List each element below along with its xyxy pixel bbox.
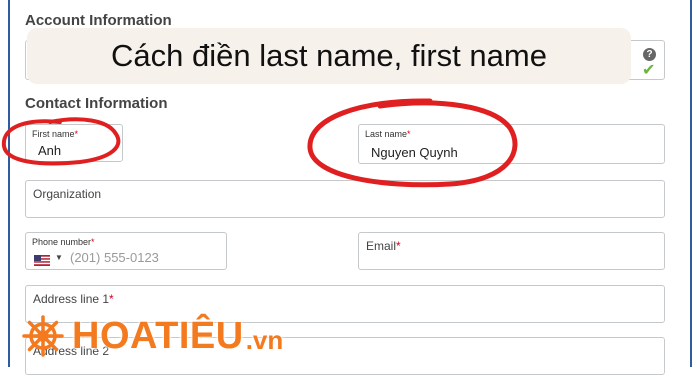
first-name-label: First name*: [32, 129, 79, 139]
us-flag-icon[interactable]: [34, 255, 50, 266]
ship-wheel-icon: [22, 315, 64, 357]
chevron-down-icon[interactable]: ▼: [55, 253, 63, 262]
email-label: Email*: [366, 239, 401, 253]
last-name-label: Last name*: [365, 129, 411, 139]
organization-label: Organization: [33, 187, 102, 201]
hoatieu-logo: HOATIÊU .vn: [22, 314, 283, 358]
phone-label: Phone number*: [32, 237, 95, 247]
email-field[interactable]: Email*: [358, 232, 665, 270]
last-name-field[interactable]: Last name* Nguyen Quynh: [358, 124, 665, 164]
first-name-value: Anh: [38, 143, 62, 158]
first-name-field[interactable]: First name* Anh: [25, 124, 123, 162]
last-name-value: Nguyen Quynh: [371, 145, 458, 160]
logo-name: HOATIÊU: [72, 314, 244, 357]
logo-tld: .vn: [245, 324, 284, 355]
check-icon: ✔: [642, 62, 656, 79]
contact-section-title: Contact Information: [25, 95, 168, 112]
account-section-title: Account Information: [25, 12, 172, 29]
phone-field[interactable]: Phone number* ▼ (201) 555-0123: [25, 232, 227, 270]
title-banner: Cách điền last name, first name: [27, 28, 631, 84]
organization-field[interactable]: Organization: [25, 180, 665, 218]
phone-placeholder: (201) 555-0123: [70, 250, 159, 265]
address-line-1-label: Address line 1*: [33, 292, 114, 306]
